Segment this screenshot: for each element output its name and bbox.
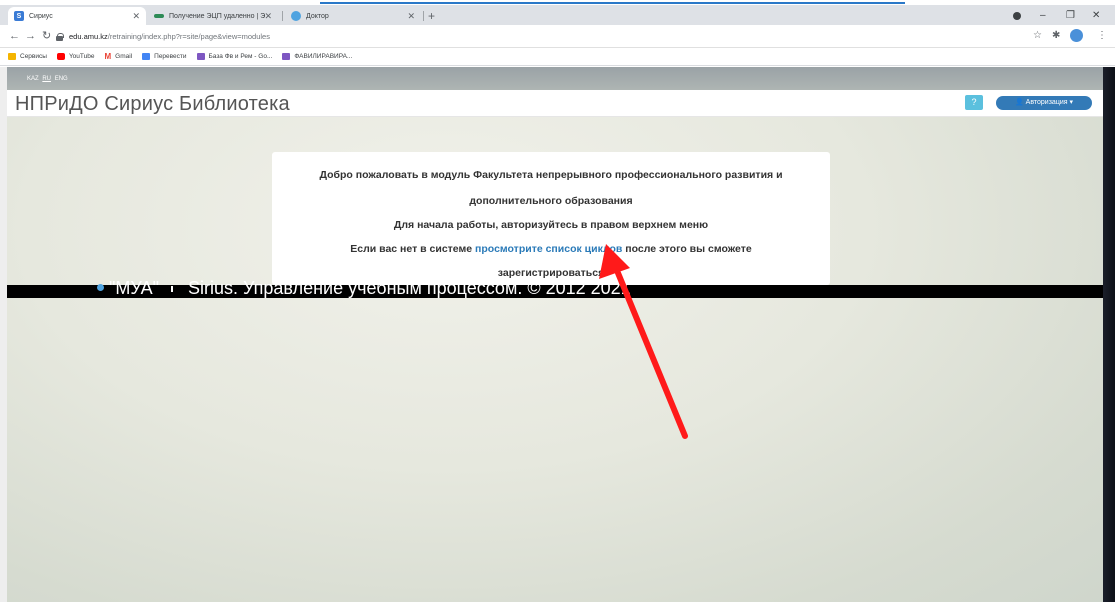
welcome-line-1: Добро пожаловать в модуль Факультета неп…: [319, 169, 783, 181]
desktop-background-edge: [1103, 67, 1115, 602]
lang-kaz-link[interactable]: KAZ: [27, 76, 39, 82]
web-page: KAZ RU ENG НПРиДО Сириус Библиотека ? 👤 …: [7, 67, 1103, 602]
apps-grid-icon: [8, 53, 16, 60]
forward-arrow-icon[interactable]: →: [25, 29, 36, 43]
bookmarks-bar: Сервисы YouTube M Gmail Перевести База Ф…: [0, 48, 1115, 66]
welcome-line-2: дополнительного образования: [469, 195, 633, 207]
ecp-favicon-icon: [154, 14, 164, 18]
page-left-margin: [0, 67, 7, 602]
authorization-button[interactable]: 👤 Авторизация ▾: [996, 96, 1092, 110]
record-icon[interactable]: [1013, 12, 1021, 23]
header-divider: [7, 116, 1103, 117]
bookmark-apps[interactable]: Сервисы: [8, 53, 47, 60]
youtube-icon: [56, 53, 65, 60]
gmail-icon: M: [104, 52, 112, 61]
lang-ru-link[interactable]: RU: [42, 76, 51, 82]
tab-ecp[interactable]: Получение ЭЦП удаленно | Эл ✕: [148, 7, 278, 25]
sheet-icon: [282, 53, 291, 60]
tab-separator: [423, 11, 424, 21]
close-icon[interactable]: ✕: [264, 11, 272, 22]
bookmark-label: Перевести: [154, 53, 187, 60]
minimize-icon[interactable]: –: [1040, 11, 1046, 21]
menu-dots-icon[interactable]: ⋮: [1097, 29, 1107, 43]
footer-copyright: Sirius. Управление учебным процессом. © …: [188, 278, 631, 298]
translate-icon: [142, 53, 151, 60]
tab-doctor[interactable]: Доктор ✕: [285, 7, 421, 25]
screenshot-frame: S Сириус ✕ Получение ЭЦП удаленно | Эл ✕…: [0, 0, 1115, 602]
address-bar[interactable]: edu.amu.kz /retraining/index.php?r=site/…: [56, 28, 1062, 45]
bookmark-favil[interactable]: ФАВИЛИРАВИРА...: [282, 53, 352, 60]
tab-title: Получение ЭЦП удаленно | Эл: [169, 12, 265, 20]
sheet-icon: [196, 53, 205, 60]
new-tab-button[interactable]: +: [428, 10, 435, 22]
maximize-icon[interactable]: ❐: [1066, 11, 1075, 21]
doctor-favicon-icon: [291, 11, 301, 21]
bookmark-label: Gmail: [115, 53, 133, 60]
star-bookmark-icon[interactable]: ☆: [1033, 29, 1042, 43]
lang-eng-link[interactable]: ENG: [55, 76, 68, 82]
bookmark-baza[interactable]: База Фв и Рем - Go...: [196, 53, 273, 60]
footer: "МУА" Sirius. Управление учебным процессо…: [97, 278, 631, 298]
url-host: edu.amu.kz: [69, 32, 108, 41]
close-window-icon[interactable]: ✕: [1092, 11, 1100, 21]
bookmark-label: ФАВИЛИРАВИРА...: [294, 53, 353, 60]
bookmark-label: База Фв и Рем - Go...: [208, 53, 273, 60]
bookmark-label: Сервисы: [20, 53, 47, 60]
bookmark-label: YouTube: [68, 53, 95, 60]
sirius-favicon-icon: S: [14, 11, 24, 21]
welcome-panel: Добро пожаловать в модуль Факультета неп…: [272, 152, 830, 285]
welcome-line-3: Для начала работы, авторизуйтесь в право…: [393, 219, 709, 231]
help-button[interactable]: ?: [965, 95, 983, 110]
welcome-line-4: Если вас нет в системе просмотрите списо…: [272, 243, 830, 255]
user-icon: 👤: [1014, 99, 1024, 106]
document-link-underline: [320, 2, 905, 4]
caret-down-icon: ▾: [1069, 99, 1073, 106]
tab-title: Сириус: [29, 12, 53, 20]
bookmark-translate[interactable]: Перевести: [142, 53, 187, 60]
browser-toolbar: ← → ↻ edu.amu.kz /retraining/index.php?r…: [0, 25, 1115, 48]
lock-icon: [56, 32, 64, 41]
back-arrow-icon[interactable]: ←: [9, 29, 20, 43]
tab-title: Доктор: [306, 12, 329, 20]
tab-separator: [282, 11, 283, 21]
welcome-line-4-post: после этого вы сможете: [622, 243, 752, 255]
footer-separator: [171, 286, 174, 293]
welcome-line-4-pre: Если вас нет в системе: [350, 243, 476, 255]
close-icon[interactable]: ✕: [407, 11, 415, 22]
extensions-icon[interactable]: ✱: [1052, 29, 1060, 43]
tab-sirius[interactable]: S Сириус ✕: [8, 7, 146, 25]
cycles-list-link[interactable]: просмотрите список циклов: [475, 243, 622, 255]
bookmark-gmail[interactable]: M Gmail: [104, 52, 132, 61]
bullet-icon: [97, 283, 104, 291]
close-icon[interactable]: ✕: [132, 11, 140, 22]
authorization-label: Авторизация: [1025, 99, 1068, 106]
site-title[interactable]: НПРиДО Сириус Библиотека: [15, 93, 290, 115]
browser-tab-strip: S Сириус ✕ Получение ЭЦП удаленно | Эл ✕…: [0, 5, 1115, 25]
url-path: /retraining/index.php?r=site/page&view=m…: [107, 32, 270, 41]
language-bar: KAZ RU ENG: [7, 67, 1103, 90]
footer-org: "МУА": [109, 278, 160, 298]
reload-icon[interactable]: ↻: [42, 29, 51, 43]
profile-avatar[interactable]: [1070, 29, 1083, 42]
bookmark-youtube[interactable]: YouTube: [56, 53, 95, 60]
